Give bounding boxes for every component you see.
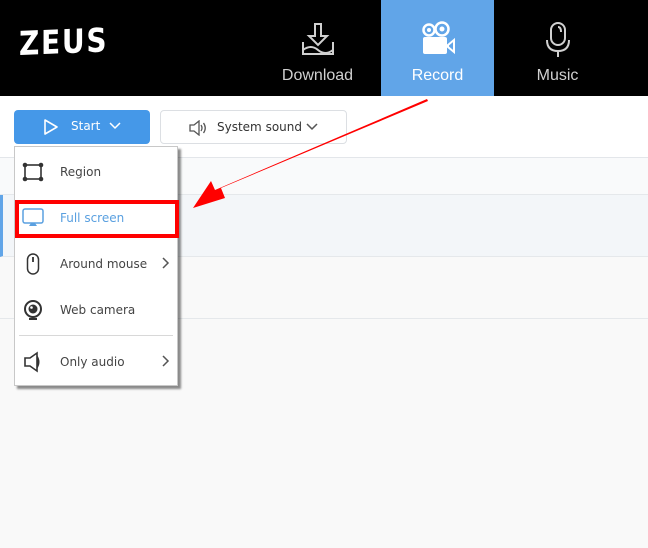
- webcam-icon: [24, 300, 42, 320]
- menu-item-label: Around mouse: [60, 257, 148, 271]
- menu-item-around-mouse[interactable]: Around mouse: [15, 241, 177, 287]
- menu-item-region[interactable]: Region: [15, 149, 177, 195]
- system-sound-dropdown[interactable]: System sound: [160, 110, 347, 144]
- menu-item-label: Web camera: [60, 303, 136, 317]
- menu-item-web-camera[interactable]: Web camera: [15, 287, 177, 333]
- menu-item-only-audio[interactable]: Only audio: [15, 339, 177, 385]
- chevron-down-icon: [306, 123, 318, 131]
- tab-record-label: Record: [411, 67, 464, 84]
- tab-music[interactable]: Music: [501, 0, 614, 96]
- chevron-right-icon: [162, 355, 170, 367]
- microphone-icon: [545, 22, 570, 57]
- region-icon: [22, 162, 44, 182]
- start-button[interactable]: Start: [14, 110, 150, 144]
- app-logo: ZEUS: [19, 20, 109, 64]
- menu-item-label: Region: [60, 165, 102, 179]
- menu-separator: [19, 335, 173, 336]
- annotation-highlight-box: [15, 200, 179, 238]
- start-label: Start: [71, 119, 101, 133]
- mouse-icon: [26, 253, 40, 275]
- speaker-icon: [189, 120, 206, 136]
- play-icon: [44, 119, 58, 135]
- download-icon: [301, 23, 334, 55]
- menu-item-label: Only audio: [60, 355, 125, 369]
- tab-download[interactable]: Download: [261, 0, 374, 96]
- chevron-down-icon[interactable]: [108, 121, 122, 131]
- tab-record[interactable]: Record: [381, 0, 494, 96]
- app-header: ZEUS Download Record Music: [0, 0, 648, 96]
- tab-download-label: Download: [281, 67, 354, 84]
- system-sound-label: System sound: [217, 120, 302, 134]
- speaker-icon: [24, 351, 40, 373]
- video-camera-icon: [421, 21, 455, 55]
- record-mode-menu: Region Full screen Around mouse Web came…: [14, 146, 179, 386]
- tab-music-label: Music: [536, 67, 579, 84]
- chevron-right-icon: [162, 257, 170, 269]
